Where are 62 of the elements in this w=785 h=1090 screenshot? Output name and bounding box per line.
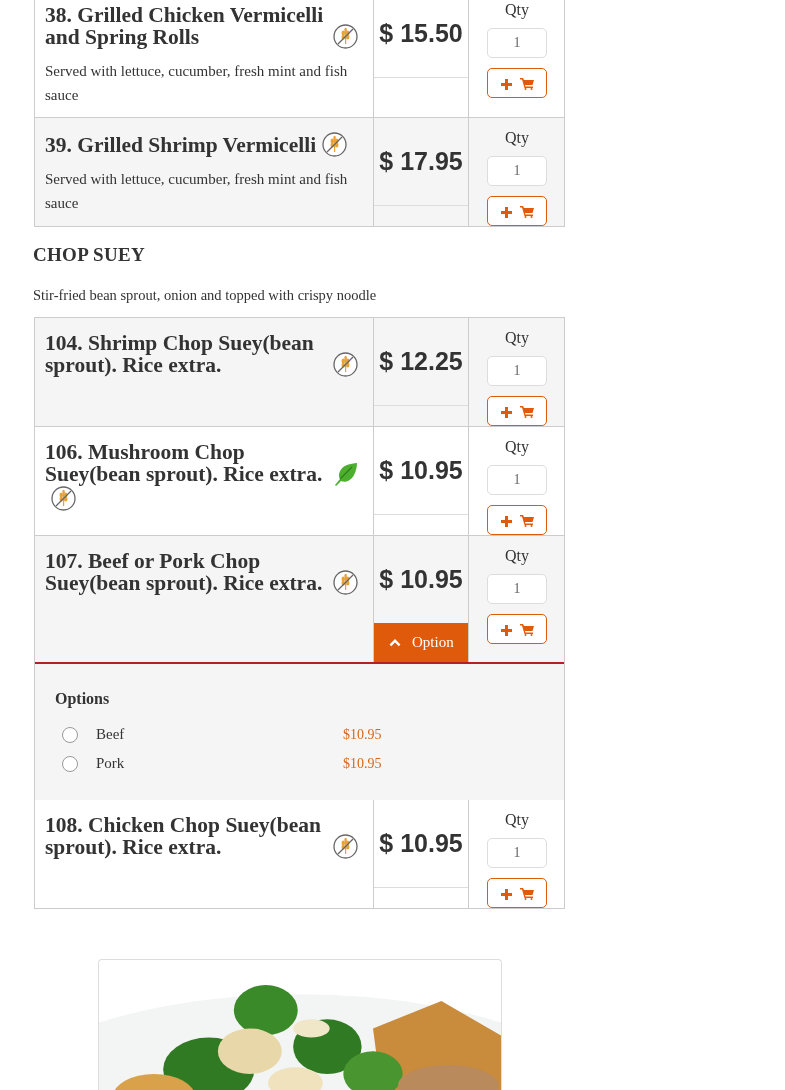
item-price: $ 15.50: [379, 19, 463, 48]
qty-field[interactable]: 1: [487, 465, 547, 495]
qty-label: Qty: [505, 328, 529, 348]
gluten-free-icon: [333, 834, 358, 859]
add-to-cart-button[interactable]: [487, 68, 547, 98]
item-price: $ 10.95: [379, 565, 463, 594]
plus-icon: [500, 515, 512, 527]
gluten-free-icon: [333, 570, 358, 595]
item-description: Served with lettuce, cucumber, fresh mint and fish sauce: [45, 170, 349, 213]
plus-icon: [500, 624, 512, 636]
add-to-cart-button[interactable]: [487, 614, 547, 644]
add-to-cart-button[interactable]: [487, 396, 547, 426]
add-to-cart-button[interactable]: [487, 505, 547, 535]
plus-icon: [500, 888, 512, 900]
add-to-cart-button[interactable]: [487, 878, 547, 908]
qty-field[interactable]: 1: [487, 156, 547, 186]
options-title: Options: [55, 690, 111, 708]
qty-label: Qty: [505, 810, 529, 830]
option-label: Beef: [96, 726, 126, 743]
radio-button[interactable]: [62, 755, 78, 772]
gluten-free-icon: [333, 24, 358, 49]
plus-icon: [500, 78, 512, 90]
qty-field[interactable]: 1: [487, 356, 547, 386]
cart-icon: [519, 888, 534, 900]
qty-field[interactable]: 1: [487, 574, 547, 604]
cart-icon: [519, 78, 534, 90]
gluten-free-icon: [51, 486, 76, 511]
gluten-free-icon: [333, 352, 358, 377]
cart-icon: [519, 406, 534, 418]
item-name: 107. Beef or Pork Chop Suey(bean sprout). Rice extra.: [45, 550, 324, 594]
item-price: $ 12.25: [379, 347, 463, 376]
section-title: CHOP SUEY: [33, 243, 146, 267]
cart-icon: [519, 624, 534, 636]
option-price: $10.95: [343, 726, 383, 743]
plus-icon: [500, 206, 512, 218]
item-name: 38. Grilled Chicken Vermicelli and Spring Rolls: [45, 4, 325, 48]
qty-field[interactable]: 1: [487, 838, 547, 868]
item-price: $ 10.95: [379, 829, 463, 858]
qty-label: Qty: [505, 546, 529, 566]
add-to-cart-button[interactable]: [487, 196, 547, 226]
option-label: Pork: [96, 755, 126, 772]
qty-field[interactable]: 1: [487, 28, 547, 58]
cart-icon: [519, 515, 534, 527]
item-price: $ 10.95: [379, 456, 463, 485]
gluten-free-icon: [322, 132, 348, 157]
item-description: Served with lettuce, cucumber, fresh mint and fish sauce: [45, 62, 349, 105]
option-price: $10.95: [343, 755, 383, 772]
item-name: 39. Grilled Shrimp Vermicelli: [45, 134, 317, 156]
radio-button[interactable]: [62, 726, 78, 743]
chevron-icon: [388, 636, 402, 649]
plus-icon: [500, 406, 512, 418]
qty-label: Qty: [505, 437, 529, 457]
section-description: Stir-fried bean sprout, onion and topped with crispy noodle: [33, 286, 378, 305]
item-name: 104. Shrimp Chop Suey(bean sprout). Rice extra.: [45, 332, 315, 376]
cart-icon: [519, 206, 534, 218]
option-button[interactable]: Option: [374, 623, 468, 662]
qty-label: Qty: [505, 128, 529, 148]
leaf-icon: [333, 462, 359, 486]
qty-label: Qty: [505, 0, 529, 20]
item-price: $ 17.95: [379, 147, 463, 176]
item-name: 108. Chicken Chop Suey(bean sprout). Rice extra.: [45, 814, 322, 858]
item-name: 106. Mushroom Chop Suey(bean sprout). Rice extra.: [45, 441, 324, 485]
